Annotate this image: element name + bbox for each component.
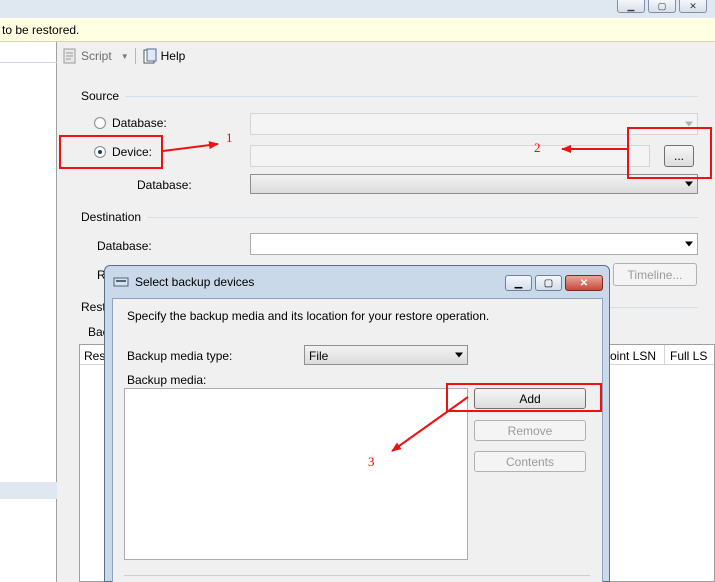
- annotation-arrow-1: [162, 141, 219, 152]
- annotation-step-3: 3: [368, 454, 375, 469]
- annotation-step-1: 1: [226, 130, 233, 145]
- annotation-arrow-3: [391, 396, 469, 452]
- annotation-arrows: [162, 141, 627, 452]
- annotation-step-2: 2: [534, 140, 541, 155]
